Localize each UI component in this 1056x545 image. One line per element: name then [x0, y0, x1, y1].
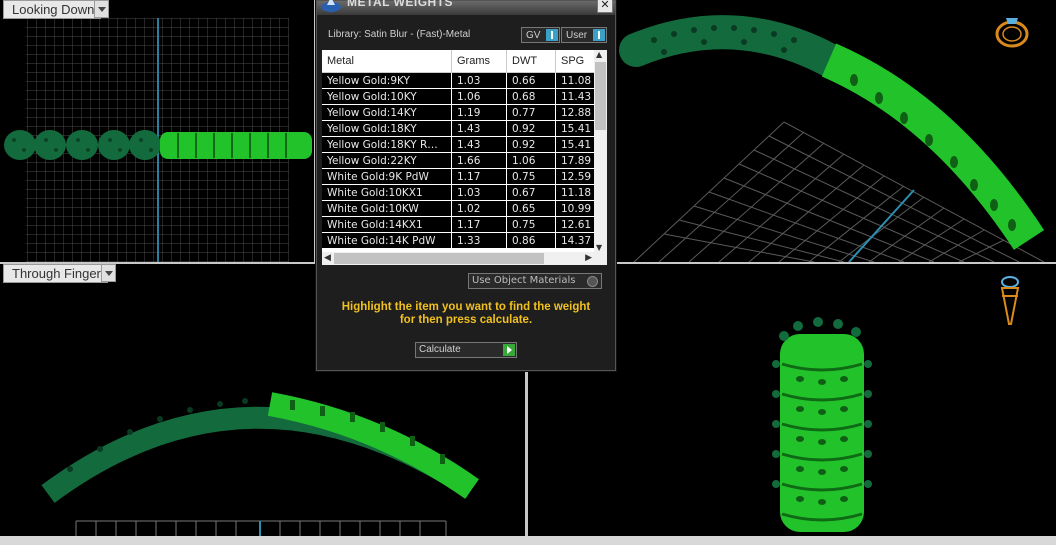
metal-table[interactable]: Metal Grams DWT SPG Yellow Gold:9KY 1.03 0…	[322, 50, 607, 265]
user-toggle-label: User	[566, 29, 588, 41]
calculate-button[interactable]: Calculate	[415, 342, 517, 358]
cell-metal: White Gold:14KX1	[322, 216, 452, 233]
cell-dwt: 0.66	[506, 72, 556, 89]
cell-dwt: 0.92	[506, 120, 556, 137]
table-row[interactable]: White Gold:14K PdW 1.33 0.86 14.37	[322, 232, 607, 249]
table-row[interactable]: Yellow Gold:22KY 1.66 1.06 17.89	[322, 152, 607, 169]
ring-top-view[interactable]	[0, 0, 314, 262]
table-row[interactable]: White Gold:14KX1 1.17 0.75 12.61	[322, 216, 607, 233]
metal-table-grid: Metal Grams DWT SPG Yellow Gold:9KY 1.03 0…	[322, 50, 607, 249]
table-row[interactable]: Yellow Gold:14KY 1.19 0.77 12.88	[322, 104, 607, 121]
use-object-materials-option[interactable]: Use Object Materials	[468, 273, 602, 289]
calculate-label: Calculate	[419, 344, 461, 355]
viewport-label-through-finger[interactable]: Through Finger	[3, 264, 108, 283]
cell-metal: White Gold:10KX1	[322, 184, 452, 201]
gv-toggle-label: GV	[526, 29, 541, 41]
instruction-text: Highlight the item you want to find the …	[327, 301, 605, 327]
column-header-grams[interactable]: Grams	[451, 50, 507, 73]
gv-toggle[interactable]: GV	[521, 27, 560, 43]
viewport-label-looking-down[interactable]: Looking Down	[3, 0, 102, 19]
cell-grams: 1.43	[451, 120, 507, 137]
table-row[interactable]: White Gold:10KW 1.02 0.65 10.99	[322, 200, 607, 217]
table-row[interactable]: Yellow Gold:9KY 1.03 0.66 11.08	[322, 72, 607, 89]
table-header-row: Metal Grams DWT SPG	[322, 50, 607, 73]
cell-dwt: 0.77	[506, 104, 556, 121]
cell-dwt: 0.65	[506, 200, 556, 217]
column-header-dwt[interactable]: DWT	[506, 50, 556, 73]
cell-dwt: 0.75	[506, 216, 556, 233]
cell-grams: 1.03	[451, 72, 507, 89]
chevron-down-icon	[97, 6, 106, 12]
viewport-perspective[interactable]	[614, 0, 1056, 262]
cell-metal: Yellow Gold:9KY	[322, 72, 452, 89]
horizontal-scroll-thumb[interactable]	[334, 253, 544, 264]
close-button[interactable]: ✕	[597, 0, 613, 13]
table-row[interactable]: White Gold:9K PdW 1.17 0.75 12.59	[322, 168, 607, 185]
cell-dwt: 0.68	[506, 88, 556, 105]
vertical-scroll-thumb[interactable]	[595, 62, 606, 130]
play-arrow-icon	[503, 344, 515, 356]
instruction-line-2: for then press calculate.	[399, 314, 533, 326]
app-logo-icon	[321, 0, 341, 12]
cell-grams: 1.43	[451, 136, 507, 153]
dialog-title: METAL WEIGHTS	[347, 0, 454, 9]
table-horizontal-scrollbar[interactable]: ◀ ▶	[322, 252, 594, 265]
ring-perspective-view[interactable]	[614, 0, 1056, 262]
cell-dwt: 0.92	[506, 136, 556, 153]
cell-metal: Yellow Gold:10KY	[322, 88, 452, 105]
viewport-looking-down[interactable]: Looking Down	[0, 0, 314, 262]
radio-icon[interactable]	[587, 276, 598, 287]
chevron-down-icon	[104, 270, 113, 276]
use-object-materials-label: Use Object Materials	[472, 275, 576, 286]
table-row[interactable]: White Gold:10KX1 1.03 0.67 11.18	[322, 184, 607, 201]
cell-grams: 1.06	[451, 88, 507, 105]
toggle-knob-icon	[593, 29, 605, 41]
table-row[interactable]: Yellow Gold:10KY 1.06 0.68 11.43	[322, 88, 607, 105]
cell-metal: Yellow Gold:18KY	[322, 120, 452, 137]
column-header-metal[interactable]: Metal	[322, 50, 452, 73]
cell-metal: Yellow Gold:22KY	[322, 152, 452, 169]
cell-metal: White Gold:10KW	[322, 200, 452, 217]
cell-metal: Yellow Gold:14KY	[322, 104, 452, 121]
table-vertical-scrollbar[interactable]: ▲ ▼	[594, 50, 607, 252]
cell-dwt: 0.75	[506, 168, 556, 185]
table-row[interactable]: Yellow Gold:18KY R… 1.43 0.92 15.41	[322, 136, 607, 153]
cell-dwt: 0.86	[506, 232, 556, 249]
viewport-dropdown[interactable]	[101, 264, 116, 282]
dialog-titlebar[interactable]: METAL WEIGHTS ✕	[317, 0, 615, 15]
metal-weights-dialog: METAL WEIGHTS ✕ Library: Satin Blur - (F…	[316, 0, 616, 371]
cell-grams: 1.17	[451, 168, 507, 185]
toggle-knob-icon	[546, 29, 558, 41]
scroll-down-icon[interactable]: ▼	[596, 243, 602, 252]
scroll-right-icon[interactable]: ▶	[585, 253, 592, 263]
cell-dwt: 0.67	[506, 184, 556, 201]
scroll-corner	[594, 252, 607, 265]
status-bar	[0, 536, 1056, 545]
cell-metal: Yellow Gold:18KY R…	[322, 136, 452, 153]
library-label: Library: Satin Blur - (Fast)-Metal	[328, 29, 471, 40]
cell-grams: 1.17	[451, 216, 507, 233]
instruction-line-1: Highlight the item you want to find the …	[341, 301, 591, 313]
scroll-up-icon[interactable]: ▲	[596, 50, 602, 59]
cell-grams: 1.02	[451, 200, 507, 217]
cell-grams: 1.19	[451, 104, 507, 121]
cell-dwt: 1.06	[506, 152, 556, 169]
user-toggle[interactable]: User	[561, 27, 607, 43]
ring-view-icon[interactable]	[992, 8, 1032, 52]
cell-metal: White Gold:14K PdW	[322, 232, 452, 249]
finger-view-icon[interactable]	[998, 274, 1022, 328]
cell-grams: 1.03	[451, 184, 507, 201]
table-row[interactable]: Yellow Gold:18KY 1.43 0.92 15.41	[322, 120, 607, 137]
cell-metal: White Gold:9K PdW	[322, 168, 452, 185]
scroll-left-icon[interactable]: ◀	[324, 253, 331, 263]
viewport-dropdown[interactable]	[94, 0, 109, 18]
cell-grams: 1.33	[451, 232, 507, 249]
cell-grams: 1.66	[451, 152, 507, 169]
